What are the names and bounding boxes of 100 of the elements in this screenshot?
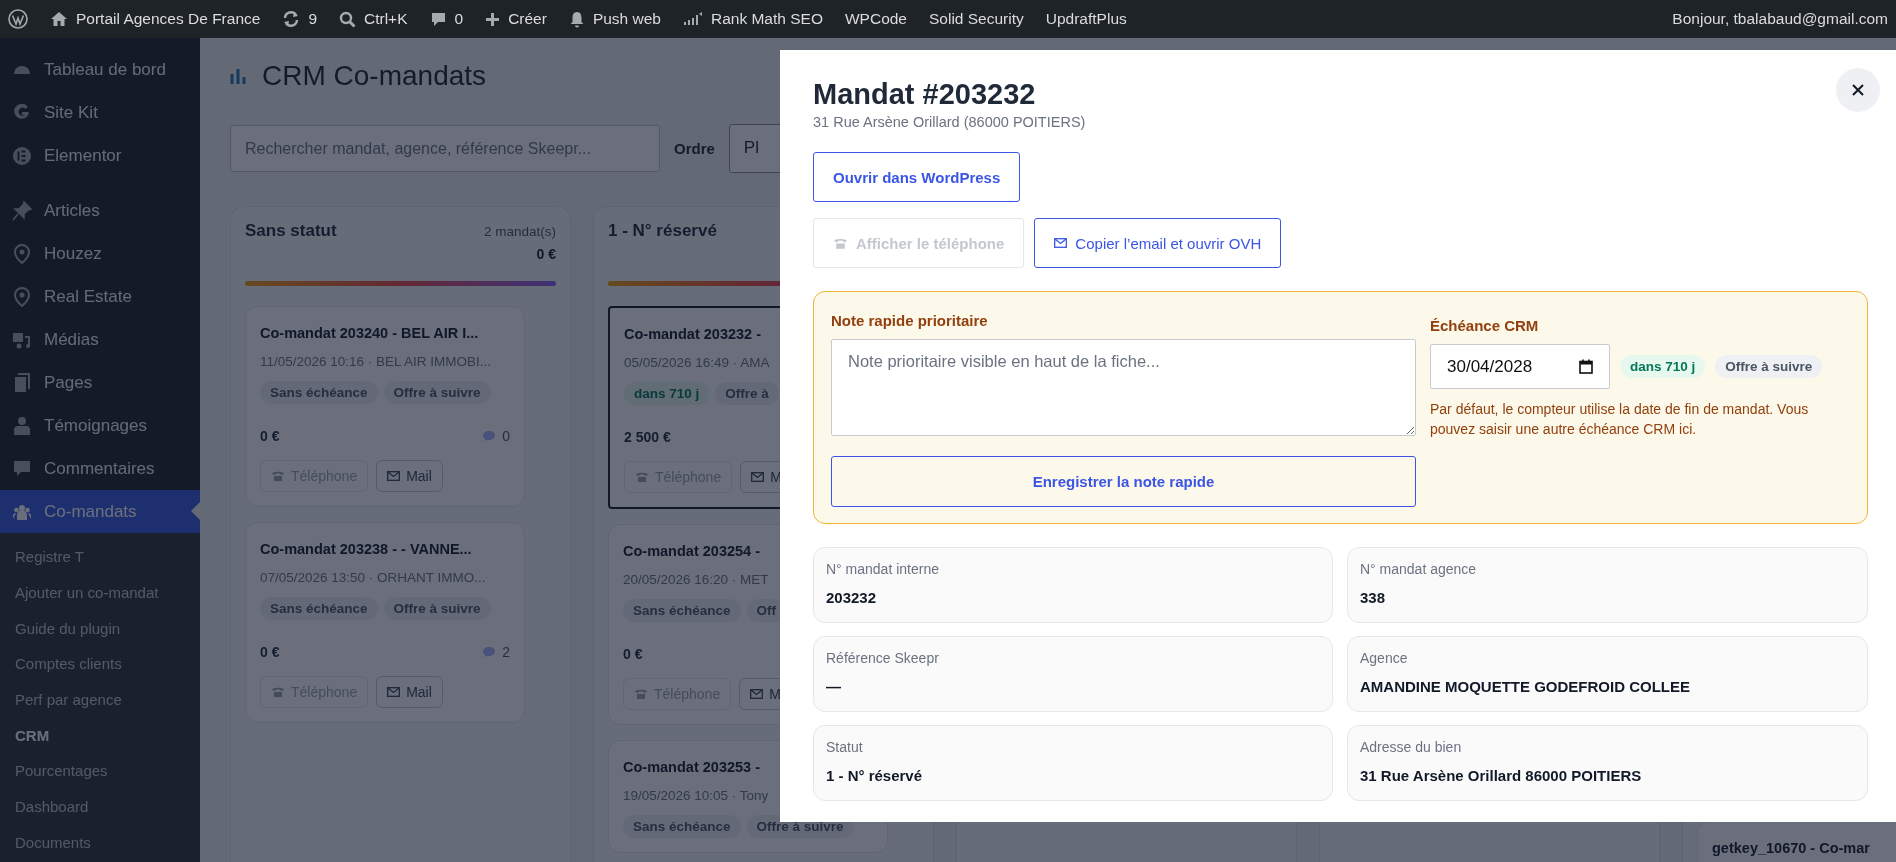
quick-note-field[interactable]: Note prioritaire visible en haut de la fiche... bbox=[831, 339, 1416, 436]
card-meta: 20/05/2026 16:20 · MET bbox=[623, 572, 769, 587]
menu-item[interactable]: Real Estate bbox=[0, 275, 200, 318]
status-tag: Offre à suivre bbox=[383, 381, 491, 404]
menu-item[interactable]: Témoignages bbox=[0, 404, 200, 447]
envelope-icon bbox=[750, 689, 764, 699]
menu-item[interactable]: Médias bbox=[0, 318, 200, 361]
deadline-label: Échéance CRM bbox=[1430, 317, 1540, 334]
card-title: Co-mandat 203240 - BEL AIR I... bbox=[260, 325, 479, 341]
card-meta: 11/05/2026 10:16 · BEL AIR IMMOBI... bbox=[260, 354, 492, 369]
toolbar-item[interactable]: 0 bbox=[429, 10, 464, 28]
menu-item[interactable]: Houzez bbox=[0, 232, 200, 275]
field-label: N° mandat agence bbox=[1360, 561, 1478, 577]
toolbar-item[interactable]: Rank Math SEO bbox=[682, 10, 823, 28]
column-total: 0 € bbox=[536, 246, 556, 262]
comment-count: 0 bbox=[502, 428, 510, 444]
card-amount: 0 € bbox=[260, 428, 280, 444]
status-tag: Sans échéance bbox=[623, 599, 741, 622]
column-title: 1 - N° réservé bbox=[608, 221, 717, 241]
menu-icon bbox=[12, 286, 32, 307]
toolbar-item[interactable]: UpdraftPlus bbox=[1045, 10, 1127, 28]
field-value: 203232 bbox=[826, 589, 878, 606]
toolbar-item[interactable]: WPCode bbox=[844, 10, 907, 28]
menu-icon bbox=[12, 458, 32, 479]
plus-icon bbox=[485, 11, 501, 27]
field-value: 31 Rue Arsène Orillard 86000 POITIERS bbox=[1360, 767, 1643, 784]
card-title: getkey_10670 - Co-mar bbox=[1712, 840, 1870, 856]
phone-icon bbox=[271, 686, 285, 698]
speech-bubble-icon bbox=[482, 430, 497, 442]
search-field[interactable]: Rechercher mandat, agence, référence Skeepr... bbox=[230, 125, 660, 172]
menu-icon bbox=[12, 200, 32, 221]
calendar-icon bbox=[1579, 359, 1593, 374]
card-meta: 19/05/2026 10:05 · Tony bbox=[623, 788, 769, 803]
card-amount: 0 € bbox=[623, 646, 643, 662]
toolbar-item[interactable]: Portail Agences De France bbox=[50, 10, 261, 28]
status-tag: Sans échéance bbox=[623, 815, 741, 838]
status-tag: dans 710 j bbox=[624, 382, 710, 405]
submenu-item[interactable]: CRM bbox=[0, 717, 200, 754]
envelope-icon bbox=[387, 471, 401, 481]
toolbar-item[interactable]: Ctrl+K bbox=[339, 10, 408, 28]
toolbar-item[interactable]: Créer bbox=[485, 10, 547, 28]
bell-icon bbox=[568, 10, 585, 28]
speech-bubble-icon bbox=[482, 646, 497, 658]
status-tag: Offre à bbox=[715, 382, 779, 405]
column-count: 2 mandat(s) bbox=[483, 224, 556, 239]
comment-icon bbox=[429, 10, 447, 28]
phone-icon bbox=[271, 470, 285, 482]
field-value: AMANDINE MOQUETTE GODEFROID COLLEE bbox=[1360, 678, 1691, 695]
menu-item[interactable]: Site Kit bbox=[0, 91, 200, 134]
envelope-icon bbox=[387, 687, 401, 697]
page-title: CRM Co-mandats bbox=[262, 60, 487, 92]
date-field[interactable]: 30/04/2028 bbox=[1430, 344, 1610, 389]
menu-item[interactable]: Elementor bbox=[0, 134, 200, 177]
card-meta: 07/05/2026 13:50 · ORHANT IMMO... bbox=[260, 570, 486, 585]
envelope-icon bbox=[1054, 238, 1068, 248]
phone-icon bbox=[833, 236, 848, 250]
envelope-icon bbox=[751, 472, 765, 482]
status-tag: Offre à suivre bbox=[1715, 355, 1823, 378]
menu-item[interactable]: Articles bbox=[0, 189, 200, 232]
menu-icon bbox=[12, 145, 32, 166]
menu-item[interactable]: Pages bbox=[0, 361, 200, 404]
wordpress-logo-icon[interactable] bbox=[8, 9, 28, 29]
close-icon bbox=[1851, 83, 1865, 97]
comment-count: 2 bbox=[502, 644, 510, 660]
card-title: Co-mandat 203232 - bbox=[624, 326, 761, 342]
card-amount: 0 € bbox=[260, 644, 280, 660]
copy-email-button[interactable]: Copier l’email et ouvrir OVH bbox=[1034, 218, 1282, 268]
bar-chart-icon bbox=[682, 12, 703, 26]
menu-item[interactable]: Tableau de bord bbox=[0, 48, 200, 91]
status-tag: Offre à suivre bbox=[383, 597, 491, 620]
field-label: Adresse du bien bbox=[1360, 739, 1463, 755]
card-amount: 2 500 € bbox=[624, 429, 671, 445]
card-title: Co-mandat 203253 - bbox=[623, 759, 760, 775]
mail-button[interactable]: Mail bbox=[376, 676, 443, 708]
card-meta: 05/05/2026 16:49 · AMA bbox=[624, 355, 770, 370]
toolbar-item[interactable]: Push web bbox=[568, 10, 661, 28]
card-title: Co-mandat 203254 - bbox=[623, 543, 760, 559]
save-note-button[interactable]: Enregistrer la note rapide bbox=[831, 456, 1416, 507]
open-wordpress-button[interactable]: Ouvrir dans WordPress bbox=[813, 152, 1021, 202]
order-label: Ordre bbox=[674, 140, 715, 157]
refresh-icon bbox=[282, 10, 301, 28]
home-icon bbox=[50, 10, 68, 28]
toolbar-item[interactable]: 9 bbox=[282, 10, 317, 28]
phone-icon bbox=[634, 688, 648, 700]
deadline-help-text: Par défaut, le compteur utilise la date de fin de mandat. Vous pouvez saisir une autre échéance CRM ici. bbox=[1430, 400, 1810, 440]
menu-icon bbox=[12, 372, 32, 393]
account-greeting[interactable]: Bonjour, tbalabaud@gmail.com bbox=[1672, 10, 1888, 28]
field-value: — bbox=[826, 678, 842, 695]
field-value: 338 bbox=[1360, 589, 1387, 606]
bar-chart-icon bbox=[230, 66, 248, 86]
menu-item[interactable]: Commentaires bbox=[0, 447, 200, 490]
field-label: Agence bbox=[1360, 650, 1409, 666]
status-tag: Sans échéance bbox=[260, 381, 378, 404]
menu-item[interactable]: Co-mandats bbox=[0, 490, 200, 533]
mail-button[interactable]: Mail bbox=[376, 460, 443, 492]
close-button[interactable] bbox=[1836, 68, 1880, 112]
phone-icon bbox=[635, 471, 649, 483]
column-title: Sans statut bbox=[245, 221, 337, 241]
menu-icon bbox=[12, 243, 32, 264]
toolbar-item[interactable]: Solid Security bbox=[929, 10, 1024, 28]
